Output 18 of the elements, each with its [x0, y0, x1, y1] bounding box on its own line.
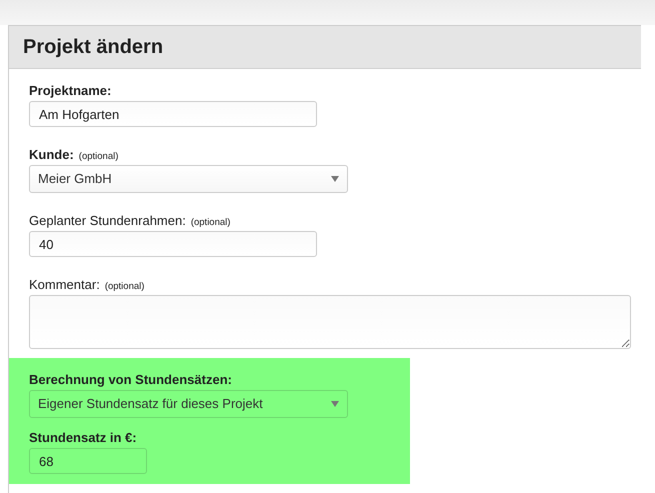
comment-field[interactable] [29, 295, 631, 349]
field-label: Kunde: [29, 147, 74, 162]
field-label: Stundensatz in €: [29, 430, 137, 445]
field-label: Geplanter Stundenrahmen: [29, 213, 186, 228]
input-field[interactable]: Am Hofgarten [29, 101, 317, 127]
field-label: Kommentar: [29, 277, 100, 292]
field-label: Projektname: [29, 83, 112, 98]
field-label: Berechnung von Stundensätzen: [29, 372, 232, 387]
dropdown[interactable]: Meier GmbH [29, 165, 348, 193]
optional-note: (optional) [104, 280, 144, 294]
caret-icon [331, 176, 339, 182]
dropdown[interactable]: Eigener Stundensatz für dieses Projekt [29, 390, 348, 418]
optional-note: (optional) [190, 216, 230, 230]
input-field[interactable]: 68 [29, 448, 147, 474]
caret-icon [331, 401, 339, 407]
page-title: Projekt ändern [23, 35, 164, 59]
optional-note: (optional) [78, 150, 118, 164]
input-field[interactable]: 40 [29, 231, 317, 257]
